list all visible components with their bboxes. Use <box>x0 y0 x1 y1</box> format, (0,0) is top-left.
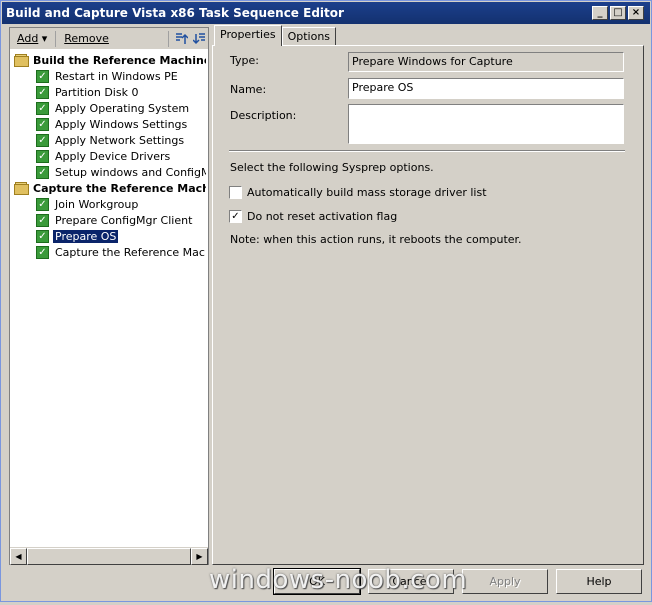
divider <box>229 150 625 152</box>
tree-step[interactable]: ✓ Setup windows and ConfigMgr <box>12 164 206 180</box>
close-button[interactable]: × <box>628 6 644 20</box>
tree-toolbar: Add ▾ Remove <box>10 28 208 50</box>
check-icon: ✓ <box>36 229 49 243</box>
group-label: Build the Reference Machine <box>33 53 206 67</box>
mass-storage-label[interactable]: Automatically build mass storage driver … <box>247 186 487 199</box>
check-icon: ✓ <box>36 85 49 99</box>
task-sequence-editor-window: Build and Capture Vista x86 Task Sequenc… <box>0 0 652 602</box>
remove-label: Remove <box>64 32 109 45</box>
cancel-label: Cancel <box>392 575 430 588</box>
step-label: Partition Disk 0 <box>55 85 139 99</box>
minimize-button[interactable]: _ <box>592 6 608 20</box>
properties-panel: Type: Prepare Windows for Capture Name: … <box>212 45 644 565</box>
folder-icon <box>14 53 30 67</box>
scroll-right-icon[interactable]: ▶ <box>191 548 208 565</box>
sysprep-intro-text: Select the following Sysprep options. <box>230 161 434 174</box>
step-label: Restart in Windows PE <box>55 69 178 83</box>
step-label: Setup windows and ConfigMgr <box>55 165 206 179</box>
tree-step[interactable]: ✓ Apply Network Settings <box>12 132 206 148</box>
description-field[interactable] <box>348 104 624 144</box>
step-label: Capture the Reference Machine <box>55 245 206 259</box>
type-label: Type: <box>230 54 259 67</box>
check-icon: ✓ <box>36 101 49 115</box>
reboot-note: Note: when this action runs, it reboots … <box>230 233 522 246</box>
tree-step[interactable]: ✓ Apply Operating System <box>12 100 206 116</box>
step-label: Prepare OS <box>51 228 120 244</box>
task-sequence-tree-pane: Add ▾ Remove Build the Reference Machine… <box>9 27 209 565</box>
scroll-left-icon[interactable]: ◀ <box>10 548 27 565</box>
add-label: Add <box>17 32 39 45</box>
cancel-button[interactable]: Cancel <box>368 569 454 594</box>
mass-storage-checkbox[interactable] <box>229 186 242 199</box>
step-label: Join Workgroup <box>55 197 139 211</box>
help-label: Help <box>586 575 612 588</box>
task-sequence-tree: Build the Reference Machine ✓ Restart in … <box>12 52 206 546</box>
tree-group-capture[interactable]: Capture the Reference Machine <box>12 180 206 196</box>
no-reset-activation-checkbox[interactable]: ✓ <box>229 210 242 223</box>
tab-strip: Properties Options <box>214 25 337 46</box>
ok-label: OK <box>309 575 325 588</box>
step-label: Prepare ConfigMgr Client <box>55 213 193 227</box>
ok-button[interactable]: OK <box>273 568 361 595</box>
title-bar: Build and Capture Vista x86 Task Sequenc… <box>2 2 650 24</box>
step-label: Apply Device Drivers <box>55 149 171 163</box>
check-icon: ✓ <box>36 149 49 163</box>
tree-step[interactable]: ✓ Partition Disk 0 <box>12 84 206 100</box>
tree-step[interactable]: ✓ Prepare ConfigMgr Client <box>12 212 206 228</box>
check-icon: ✓ <box>36 245 49 259</box>
add-menu-button[interactable]: Add ▾ <box>14 31 50 46</box>
type-field: Prepare Windows for Capture <box>348 52 624 72</box>
check-icon: ✓ <box>36 117 49 131</box>
apply-label: Apply <box>489 575 521 588</box>
description-label: Description: <box>230 109 297 122</box>
step-label: Apply Operating System <box>55 101 190 115</box>
step-label: Apply Windows Settings <box>55 117 188 131</box>
horizontal-scrollbar[interactable]: ◀ ▶ <box>10 547 208 565</box>
help-button[interactable]: Help <box>556 569 642 594</box>
maximize-button[interactable]: □ <box>610 6 626 20</box>
group-label: Capture the Reference Machine <box>33 181 206 195</box>
move-up-icon[interactable] <box>174 31 189 47</box>
folder-icon <box>14 181 30 195</box>
name-label: Name: <box>230 83 267 96</box>
tree-step[interactable]: ✓ Apply Windows Settings <box>12 116 206 132</box>
scroll-thumb[interactable] <box>27 548 191 565</box>
toolbar-separator <box>167 30 169 47</box>
name-field[interactable]: Prepare OS <box>348 78 624 99</box>
check-icon: ✓ <box>36 69 49 83</box>
tree-step[interactable]: ✓ Join Workgroup <box>12 196 206 212</box>
check-icon: ✓ <box>36 213 49 227</box>
no-reset-activation-label[interactable]: Do not reset activation flag <box>247 210 397 223</box>
check-icon: ✓ <box>36 133 49 147</box>
step-label: Apply Network Settings <box>55 133 185 147</box>
move-down-icon[interactable] <box>193 31 208 47</box>
tree-step[interactable]: ✓ Restart in Windows PE <box>12 68 206 84</box>
window-title: Build and Capture Vista x86 Task Sequenc… <box>6 6 344 20</box>
tab-properties[interactable]: Properties <box>214 25 282 46</box>
tree-step[interactable]: ✓ Capture the Reference Machine <box>12 244 206 260</box>
tree-group-build[interactable]: Build the Reference Machine <box>12 52 206 68</box>
check-icon: ✓ <box>36 197 49 211</box>
chevron-down-icon: ▾ <box>41 32 48 45</box>
apply-button[interactable]: Apply <box>462 569 548 594</box>
check-icon: ✓ <box>36 165 49 179</box>
tree-step[interactable]: ✓ Apply Device Drivers <box>12 148 206 164</box>
toolbar-separator <box>55 30 57 47</box>
tree-step-selected[interactable]: ✓ Prepare OS <box>12 228 206 244</box>
remove-button[interactable]: Remove <box>61 31 112 46</box>
tab-options[interactable]: Options <box>281 27 337 45</box>
